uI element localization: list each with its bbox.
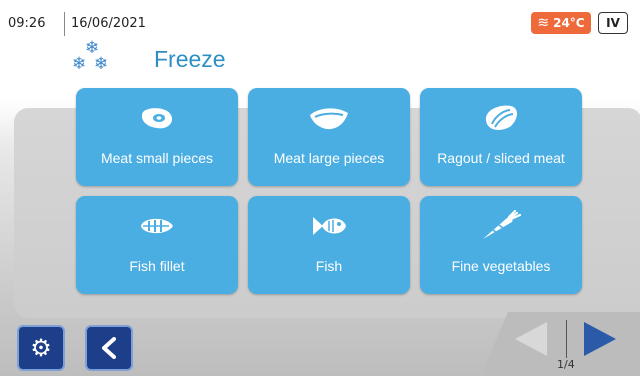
- status-divider: [64, 12, 65, 36]
- tile-fish[interactable]: Fish: [248, 196, 410, 294]
- tile-label: Fine vegetables: [451, 258, 551, 274]
- clock: 09:26: [8, 16, 46, 31]
- fish-fillet-icon: [76, 206, 238, 246]
- tile-meat-small-pieces[interactable]: Meat small pieces: [76, 88, 238, 186]
- tile-label: Fish fillet: [129, 258, 185, 274]
- gear-icon: ⚙: [30, 334, 52, 362]
- chevron-left-icon: [102, 337, 116, 359]
- temperature-value: 24°C: [553, 16, 585, 30]
- tile-fine-vegetables[interactable]: Fine vegetables: [420, 196, 582, 294]
- temperature-badge: ≋ 24°C: [531, 12, 591, 34]
- tile-label: Ragout / sliced meat: [437, 150, 565, 166]
- snowflake-icon: ❄ ❄ ❄: [72, 38, 109, 74]
- settings-button[interactable]: ⚙: [17, 325, 65, 371]
- previous-page-arrow[interactable]: [513, 320, 549, 358]
- fish-icon: [248, 206, 410, 246]
- tile-label: Meat large pieces: [273, 150, 385, 166]
- tile-ragout-sliced-meat[interactable]: Ragout / sliced meat: [420, 88, 582, 186]
- tile-label: Meat small pieces: [100, 150, 214, 166]
- meat-small-icon: [76, 98, 238, 138]
- tile-label: Fish: [315, 258, 343, 274]
- tile-fish-fillet[interactable]: Fish fillet: [76, 196, 238, 294]
- next-page-arrow[interactable]: [582, 320, 618, 358]
- ragout-icon: [420, 98, 582, 138]
- tile-meat-large-pieces[interactable]: Meat large pieces: [248, 88, 410, 186]
- status-bar: 09:26 16/06/2021 ≋ 24°C IV: [0, 0, 640, 40]
- meat-large-icon: [248, 98, 410, 138]
- page-title: Freeze: [154, 46, 226, 72]
- pagination-divider: [566, 320, 567, 358]
- freeze-screen: 09:26 16/06/2021 ≋ 24°C IV ❄ ❄ ❄ Freeze …: [0, 0, 640, 376]
- level-badge: IV: [598, 12, 628, 34]
- date: 16/06/2021: [71, 16, 146, 31]
- page-indicator: 1/4: [557, 358, 575, 371]
- carrot-icon: [420, 206, 582, 246]
- heat-waves-icon: ≋: [537, 15, 550, 31]
- back-button[interactable]: [85, 325, 133, 371]
